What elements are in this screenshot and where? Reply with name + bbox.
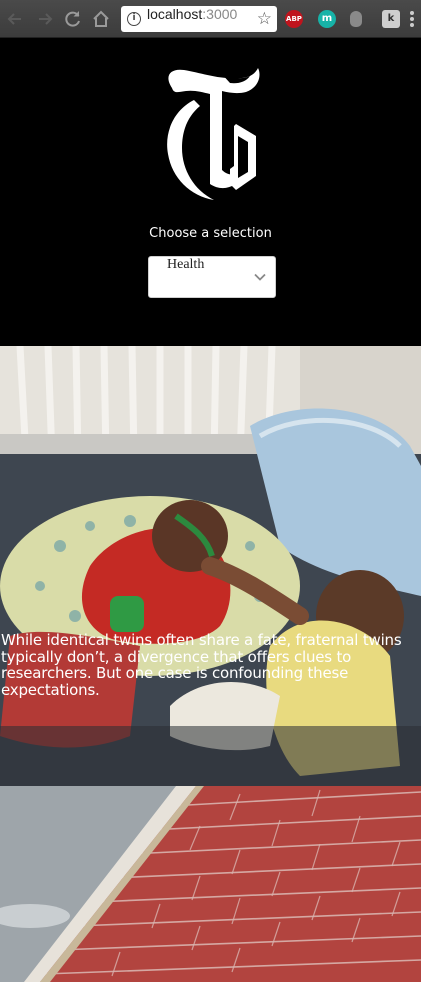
story-photo-twins [0,346,421,786]
address-url[interactable]: localhost:3000 [147,6,237,22]
back-icon [7,13,21,25]
browser-toolbar: i localhost:3000 ☆ ABP m k [0,0,421,38]
k-extension-icon[interactable]: k [382,10,400,28]
info-icon[interactable]: i [127,12,141,26]
forward-button[interactable] [34,8,56,30]
url-port: :3000 [202,6,238,22]
section-select-value: Health [167,257,205,272]
story-caption: While identical twins often share a fate… [1,631,402,699]
star-icon[interactable]: ☆ [257,8,272,30]
nyt-logo [150,66,274,204]
url-host: localhost [147,6,203,22]
story-photo-brick-wall [0,786,421,982]
story-card[interactable] [0,786,421,982]
bug-extension-icon[interactable] [350,11,362,27]
choose-selection-label: Choose a selection [149,226,272,241]
reload-button[interactable] [62,8,84,30]
address-bar[interactable]: i localhost:3000 ☆ [121,6,277,32]
nyt-t-logo-icon [167,68,260,200]
menu-icon[interactable] [410,11,416,27]
forward-icon [39,13,53,25]
m-extension-icon[interactable]: m [318,10,336,28]
home-icon [93,10,109,27]
chevron-down-icon [253,270,267,284]
adblock-extension-icon[interactable]: ABP [285,10,303,28]
reload-icon [65,11,80,27]
back-button[interactable] [4,8,26,30]
section-select[interactable]: Health [148,256,276,298]
story-card[interactable]: While identical twins often share a fate… [0,346,421,786]
home-button[interactable] [90,8,112,30]
